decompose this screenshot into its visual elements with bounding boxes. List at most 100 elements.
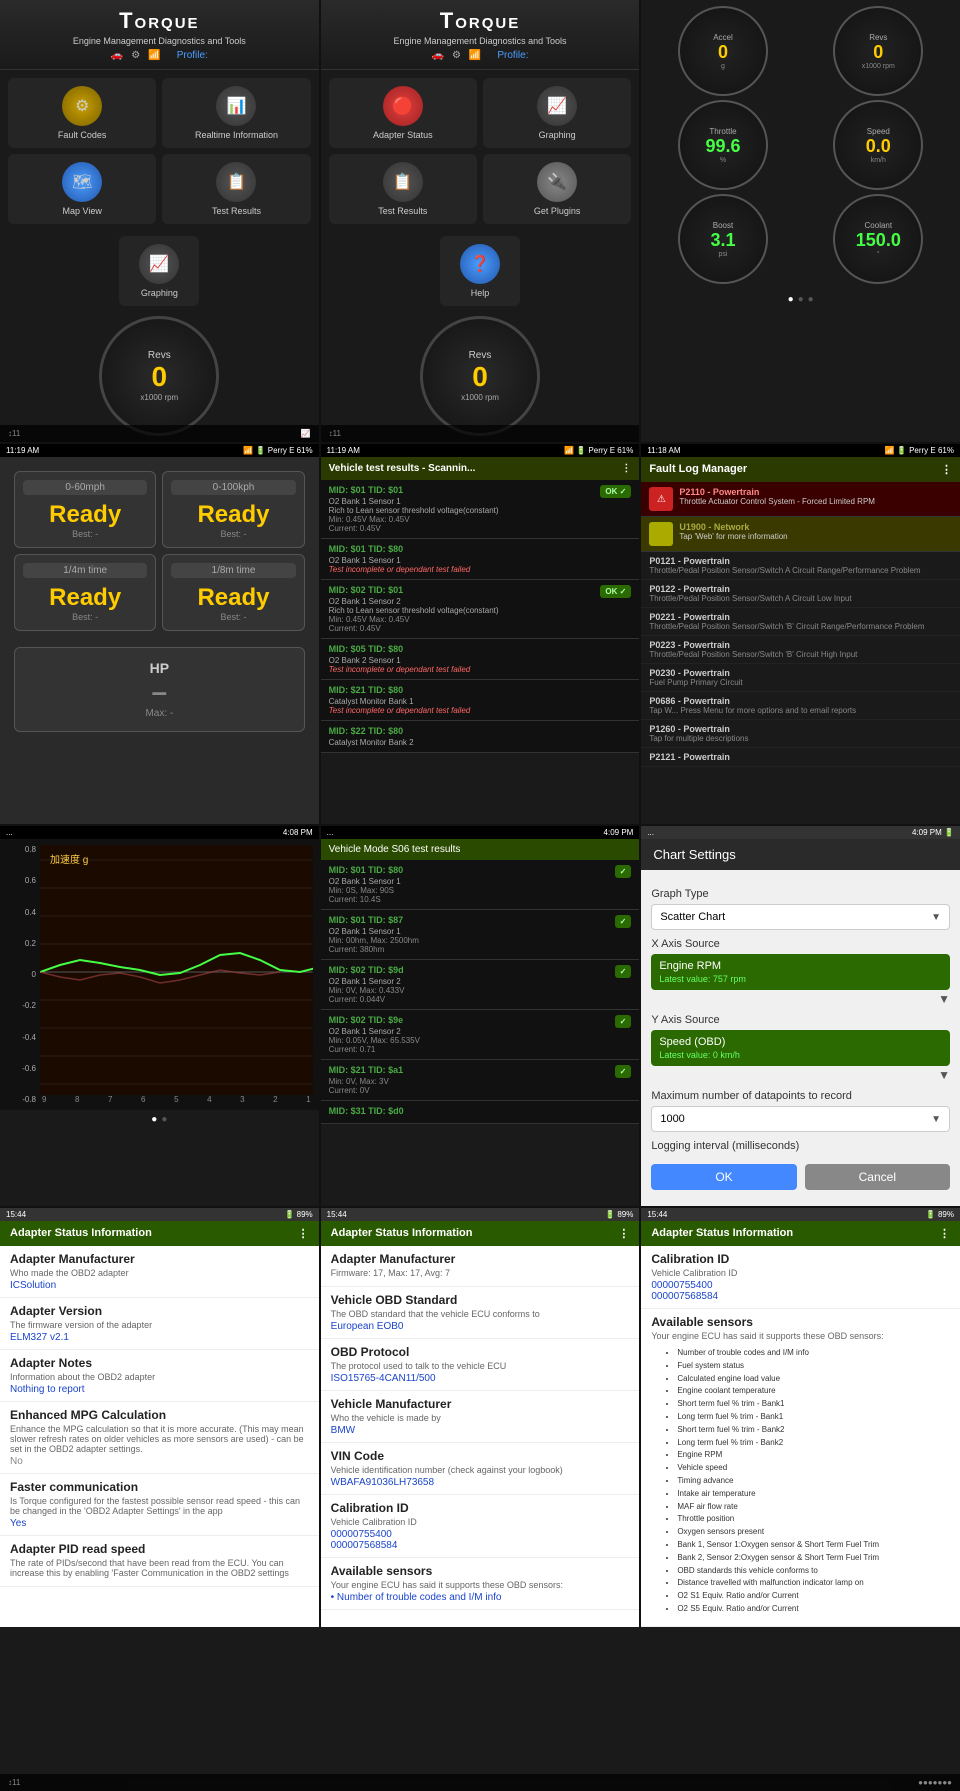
menu-item-map[interactable]: 🗺 Map View [8,154,156,224]
graph-screen: ... 4:08 PM 0.8 0.6 0.4 0.2 0 -0.2 -0.4 … [0,826,319,1206]
adapter-header-1: Adapter Status Information ⋮ [0,1221,319,1246]
menu-item-adapter-status[interactable]: 🔴 Adapter Status [329,78,477,148]
tachometer-area-2: Revs 0 x1000 rpm [321,310,640,442]
rev-gauge-1: Revs 0 x1000 rpm [99,316,219,436]
s06-items-list: MID: $01 TID: $80 ✓ O2 Bank 1 Sensor 1 M… [321,860,640,1124]
dot-indicators: ● ● ● [641,290,960,309]
hp-box: HP – Max: - [14,647,305,732]
fault-p0230: P0230 - Powertrain Fuel Pump Primary Cir… [641,664,960,692]
torque-header-1: Torque Engine Management Diagnostics and… [0,0,319,70]
s06-item-5: MID: $31 TID: $d0 [321,1101,640,1124]
test-icon: 📋 [216,162,256,202]
torque-screen-1: Torque Engine Management Diagnostics and… [0,0,319,442]
menu-item-graphing-2[interactable]: 📈 Graphing [483,78,631,148]
wifi-icon-2: 📶 [469,50,481,61]
adapter-notes: Adapter Notes Information about the OBD2… [0,1350,319,1402]
menu-item-test-results-2[interactable]: 📋 Test Results [329,154,477,224]
sensors-list: Number of trouble codes and I/M info Fue… [651,1343,950,1620]
torque-subtitle-2: Engine Management Diagnostics and Tools [329,36,632,46]
vehicle-manufacturer: Vehicle Manufacturer Who the vehicle is … [321,1391,640,1443]
s06-item-1: MID: $01 TID: $87 ✓ O2 Bank 1 Sensor 1 M… [321,910,640,960]
menu-item-help[interactable]: ❓ Help [440,236,520,306]
plugins-icon: 🔌 [537,162,577,202]
adapter-panel-2: 15:44 🔋 89% Adapter Status Information ⋮… [321,1208,640,1627]
status-bar-fault: 11:18 AM 📶 🔋 Perry E 61% [641,444,960,457]
fault-item-u1900: U1900 - Network Tap 'Web' for more infor… [641,517,960,552]
tachometer-area-1: Revs 0 x1000 rpm [0,310,319,442]
cancel-button[interactable]: Cancel [805,1164,950,1190]
throttle-gauge: Throttle 99.6 % [678,100,768,190]
chart-settings-body: Graph Type Scatter Chart ▼ X Axis Source… [641,870,960,1200]
available-sensors-3: Available sensors Your engine ECU has sa… [641,1309,960,1627]
dropdown-arrow-datapoints: ▼ [931,1114,941,1125]
test-item-1: MID: $01 TID: $80 O2 Bank 1 Sensor 1 Tes… [321,539,640,580]
adapter-header-2: Adapter Status Information ⋮ [321,1221,640,1246]
profile-label-2: Profile: [497,50,528,61]
obd-protocol: OBD Protocol The protocol used to talk t… [321,1339,640,1391]
menu-item-plugins[interactable]: 🔌 Get Plugins [483,154,631,224]
fault-icon-yellow [649,522,673,546]
adapter-mfr-2: Adapter Manufacturer Firmware: 17, Max: … [321,1246,640,1287]
fault-icon: ⚙ [62,86,102,126]
vehicle-obd-standard: Vehicle OBD Standard The OBD standard th… [321,1287,640,1339]
chart-settings-buttons: OK Cancel [651,1164,950,1190]
dropdown-arrow-y-axis[interactable]: ▼ [938,1068,950,1082]
speed-test-screen: 11:19 AM 📶 🔋 Perry E 61% 0-60mph Ready B… [0,444,319,824]
adapter-panel-3: 15:44 🔋 89% Adapter Status Information ⋮… [641,1208,960,1627]
adapter-icon: 🔴 [383,86,423,126]
adapter-status-bar-1: 15:44 🔋 89% [0,1208,319,1221]
adapter-panel-1: 15:44 🔋 89% Adapter Status Information ⋮… [0,1208,319,1627]
graph-type-dropdown[interactable]: Scatter Chart ▼ [651,904,950,930]
vehicle-test-screen: 11:19 AM 📶 🔋 Perry E 61% Vehicle test re… [321,444,640,824]
s06-item-4: MID: $21 TID: $a1 ✓ Min: 0V, Max: 3VCurr… [321,1060,640,1101]
ok-button[interactable]: OK [651,1164,796,1190]
fault-p0122: P0122 - Powertrain Throttle/Pedal Positi… [641,580,960,608]
fault-p2121: P2121 - Powertrain [641,748,960,767]
torque-title-1: Torque [8,8,311,34]
speed-gauge: Speed 0.0 km/h [833,100,923,190]
test-item-0: MID: $01 TID: $01 OK ✓ O2 Bank 1 Sensor … [321,480,640,539]
status-bar-graph: ... 4:08 PM [0,826,319,839]
profile-label-1: Profile: [177,50,208,61]
torque-title-2: Torque [329,8,632,34]
max-datapoints-dropdown[interactable]: 1000 ▼ [651,1106,950,1132]
bottom-bar-1: ↕11 📈 [0,425,319,442]
bottom-bar-2: ↕11 [321,425,640,442]
rev-gauge-2: Revs 0 x1000 rpm [420,316,540,436]
test-item-5: MID: $22 TID: $80 Catalyst Monitor Bank … [321,721,640,753]
s06-item-3: MID: $02 TID: $9e ✓ O2 Bank 1 Sensor 2 M… [321,1010,640,1060]
speed-test-grid: 0-60mph Ready Best: - 0-100kph Ready Bes… [6,463,313,639]
torque-screen-3: Accel 0 g Revs 0 x1000 rpm Throttle 99.6… [641,0,960,442]
fault-log-header: Fault Log Manager ⋮ [641,457,960,482]
speed-box-eighth: 1/8m time Ready Best: - [162,554,304,631]
dropdown-arrow-x-axis[interactable]: ▼ [938,992,950,1006]
y-axis-input[interactable]: Speed (OBD) Latest value: 0 km/h [651,1030,950,1066]
faster-comms: Faster communication Is Torque configure… [0,1474,319,1536]
adapter-header-3: Adapter Status Information ⋮ [641,1221,960,1246]
x-axis-input[interactable]: Engine RPM Latest value: 757 rpm [651,954,950,990]
adapter-pid-speed: Adapter PID read speed The rate of PIDs/… [0,1536,319,1587]
adapter-status-bar-3: 15:44 🔋 89% [641,1208,960,1221]
dropdown-arrow-graph-type: ▼ [931,912,941,923]
graph-dot-indicators: ● ● [0,1110,319,1129]
torque-header-2: Torque Engine Management Diagnostics and… [321,0,640,70]
adapter-version: Adapter Version The firmware version of … [0,1298,319,1350]
graphing-icon-2: 📈 [537,86,577,126]
chart-settings-header: Chart Settings [641,839,960,870]
fault-p1260: P1260 - Powertrain Tap for multiple desc… [641,720,960,748]
torque-subtitle-1: Engine Management Diagnostics and Tools [8,36,311,46]
menu-item-test-results[interactable]: 📋 Test Results [162,154,310,224]
help-icon: ❓ [460,244,500,284]
menu-item-realtime[interactable]: 📊 Realtime Information [162,78,310,148]
fault-p0221: P0221 - Powertrain Throttle/Pedal Positi… [641,608,960,636]
car-icon-2: 🚗 [431,50,443,61]
menu-item-graphing[interactable]: 📈 Graphing [119,236,199,306]
menu-item-fault-codes[interactable]: ⚙ Fault Codes [8,78,156,148]
coolant-gauge: Coolant 150.0 ° [833,194,923,284]
available-sensors-2: Available sensors Your engine ECU has sa… [321,1558,640,1610]
settings-icon-2: ⚙ [452,50,461,61]
status-bar-s06: ... 4:09 PM [321,826,640,839]
graphing-icon: 📈 [139,244,179,284]
status-bar-test: 11:19 AM 📶 🔋 Perry E 61% [321,444,640,457]
calibration-id-2: Calibration ID Vehicle Calibration ID 00… [321,1495,640,1558]
